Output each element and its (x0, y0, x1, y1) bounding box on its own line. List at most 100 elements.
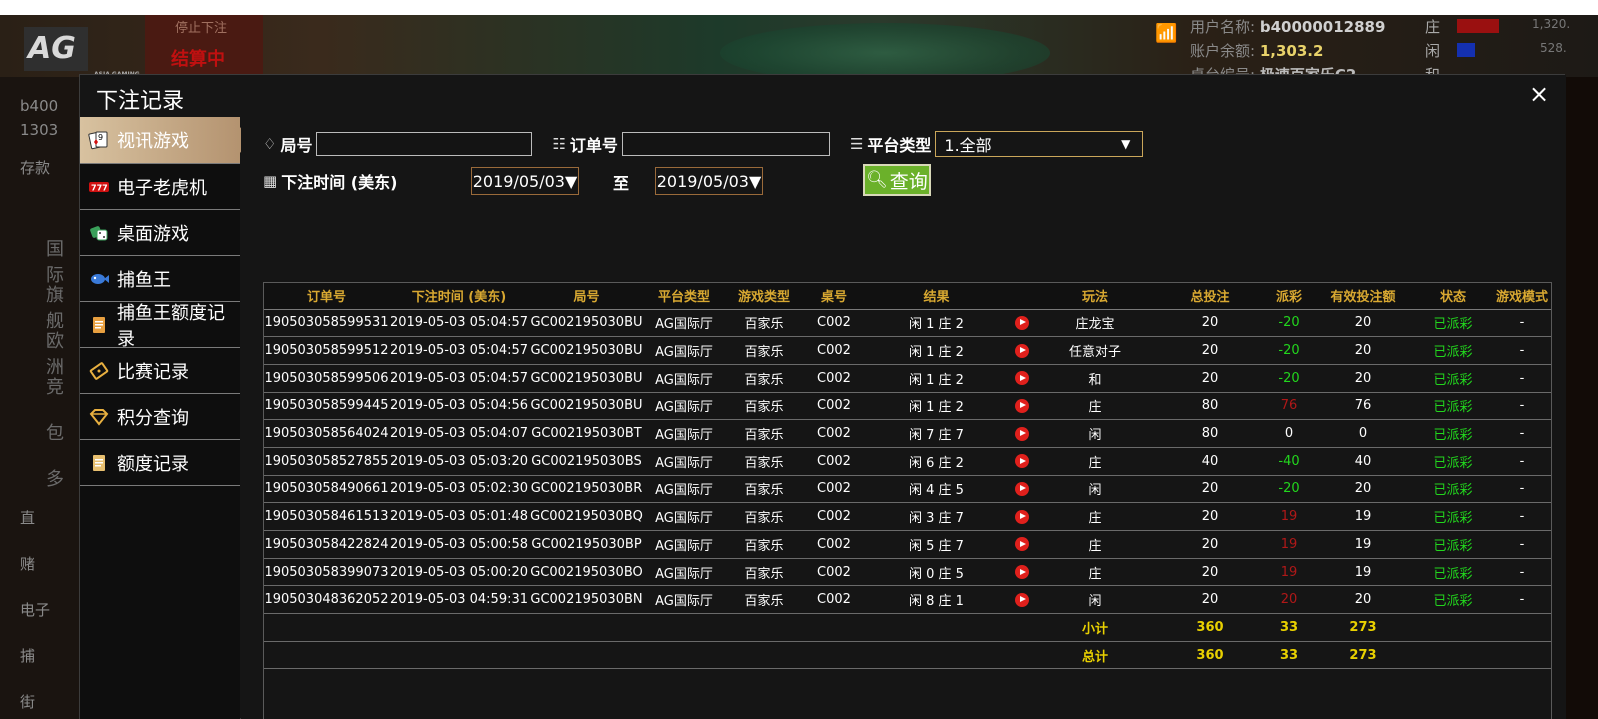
nav-points-query[interactable]: 积分查询 (80, 394, 240, 440)
table-cell: - (1493, 530, 1551, 559)
replay-icon[interactable] (1009, 502, 1035, 531)
fish-icon (88, 268, 110, 290)
table-cell (724, 641, 804, 670)
table-cell: C002 (804, 309, 864, 338)
table-row[interactable]: 190503048362052 2019-05-03 04:59:31 GC0021… (264, 585, 1551, 615)
table-cell: 33 (1265, 641, 1313, 670)
table-row[interactable]: 190503058599531 2019-05-03 05:04:57 GC0021… (264, 309, 1551, 338)
table-cell: 190503058599445 (264, 392, 389, 421)
table-cell: 190503058599506 (264, 364, 389, 393)
table-row[interactable]: 190503058564024 2019-05-03 05:04:07 GC0021… (264, 419, 1551, 448)
order-input[interactable] (621, 132, 830, 156)
play-icon[interactable] (1015, 343, 1029, 358)
table-row[interactable]: 190503058422824 2019-05-03 05:00:58 GC0021… (264, 530, 1551, 559)
table-row[interactable]: 190503058490661 2019-05-03 05:02:30 GC0021… (264, 475, 1551, 504)
table-cell: 20 (1155, 558, 1265, 587)
nav-label: 捕鱼王 (117, 269, 171, 291)
table-row[interactable]: 190503058527855 2019-05-03 05:03:20 GC0021… (264, 447, 1551, 476)
settling-label: 结算中 (171, 49, 225, 70)
document-icon (88, 452, 110, 474)
player-amount: 528. (1540, 41, 1567, 55)
table-cell: - (1493, 392, 1551, 421)
column-header: 局号 (529, 283, 644, 310)
nav-fishing-credit-record[interactable]: 捕鱼王额度记录 (80, 302, 240, 350)
table-row[interactable]: 190503058599445 2019-05-03 05:04:56 GC0021… (264, 392, 1551, 421)
nav-live-games[interactable]: 9 视讯游戏 (80, 117, 250, 164)
table-row[interactable]: 190503058399073 2019-05-03 05:00:20 GC0021… (264, 558, 1551, 587)
platform-label: ☰ 平台类型 (849, 135, 932, 155)
table-cell (389, 641, 529, 670)
play-icon[interactable] (1015, 426, 1029, 441)
table-cell: 20 (1155, 475, 1265, 504)
replay-icon[interactable] (1009, 585, 1035, 615)
table-cell: 已派彩 (1413, 585, 1493, 615)
replay-icon[interactable] (1009, 558, 1035, 587)
column-header: 下注时间 (美东) (389, 283, 529, 310)
replay-icon[interactable] (1009, 447, 1035, 476)
table-cell: 闲 8 庄 1 (864, 585, 1009, 615)
replay-icon[interactable] (1009, 309, 1035, 338)
svg-text:9: 9 (98, 133, 103, 142)
table-cell: 190503048362052 (264, 585, 389, 615)
query-button[interactable]: 🔍︎ 查询 (863, 164, 931, 196)
nav-label: 额度记录 (117, 453, 189, 475)
nav-table-games[interactable]: 桌面游戏 (80, 210, 240, 256)
date-to-picker[interactable]: 2019/05/03 ▼ (655, 167, 763, 195)
side-balance: 1303 (20, 121, 59, 139)
nav-slot-machines[interactable]: 777 电子老虎机 (80, 164, 240, 210)
nav-match-record[interactable]: 比赛记录 (80, 348, 240, 394)
table-cell: 百家乐 (724, 502, 804, 531)
replay-icon[interactable] (1009, 336, 1035, 365)
table-cell: AG国际厅 (644, 364, 724, 393)
nav-fishing-king[interactable]: 捕鱼王 (80, 256, 240, 302)
play-icon[interactable] (1015, 315, 1029, 330)
play-icon[interactable] (1015, 592, 1029, 607)
table-cell: 20 (1313, 475, 1413, 504)
table-row[interactable]: 190503058599506 2019-05-03 05:04:57 GC0021… (264, 364, 1551, 393)
play-icon[interactable] (1015, 398, 1029, 413)
table-cell: GC002195030BU (529, 336, 644, 365)
table-cell: 庄 (1035, 530, 1155, 559)
replay-icon[interactable] (1009, 392, 1035, 421)
column-header: 订单号 (264, 283, 389, 310)
platform-select[interactable]: 1.全部 ▼ (935, 131, 1144, 157)
table-cell: 庄 (1035, 558, 1155, 587)
column-header: 平台类型 (644, 283, 724, 310)
table-cell: 19 (1313, 502, 1413, 531)
replay-icon[interactable] (1009, 419, 1035, 448)
tag-icon: ♢ (263, 135, 277, 153)
table-cell (1493, 641, 1551, 670)
play-icon[interactable] (1015, 454, 1029, 469)
table-cell: -20 (1265, 364, 1313, 393)
table-cell: 已派彩 (1413, 419, 1493, 448)
replay-icon[interactable] (1009, 475, 1035, 504)
order-label: ☷ 订单号 (552, 135, 618, 155)
play-icon[interactable] (1015, 509, 1029, 524)
table-cell: GC002195030BU (529, 392, 644, 421)
table-row[interactable]: 190503058599512 2019-05-03 05:04:57 GC0021… (264, 336, 1551, 365)
table-cell (724, 613, 804, 642)
table-cell (644, 613, 724, 642)
table-cell: 360 (1155, 641, 1265, 670)
play-icon[interactable] (1015, 481, 1029, 496)
table-cell: 20 (1313, 336, 1413, 365)
table-row[interactable]: 190503058461513 2019-05-03 05:01:48 GC0021… (264, 502, 1551, 531)
table-cell: 33 (1265, 613, 1313, 642)
round-input[interactable] (316, 132, 533, 156)
date-from-picker[interactable]: 2019/05/03 ▼ (471, 167, 579, 195)
play-icon[interactable] (1015, 537, 1029, 552)
replay-icon[interactable] (1009, 364, 1035, 393)
table-cell: -20 (1265, 336, 1313, 365)
table-cell: 40 (1313, 447, 1413, 476)
nav-label: 积分查询 (117, 407, 189, 429)
table-cell: 20 (1155, 309, 1265, 338)
nav-credit-record[interactable]: 额度记录 (80, 440, 240, 486)
table-cell: 190503058490661 (264, 475, 389, 504)
play-icon[interactable] (1015, 371, 1029, 386)
play-icon[interactable] (1015, 565, 1029, 580)
replay-icon[interactable] (1009, 530, 1035, 559)
table-cell: 80 (1155, 392, 1265, 421)
search-icon: 🔍︎ (866, 170, 888, 190)
close-button[interactable]: × (1526, 81, 1552, 107)
record-sidebar: 9 视讯游戏 777 电子老虎机 桌面游戏 捕鱼王 捕鱼王额度记录 比赛记录 积… (80, 117, 250, 719)
